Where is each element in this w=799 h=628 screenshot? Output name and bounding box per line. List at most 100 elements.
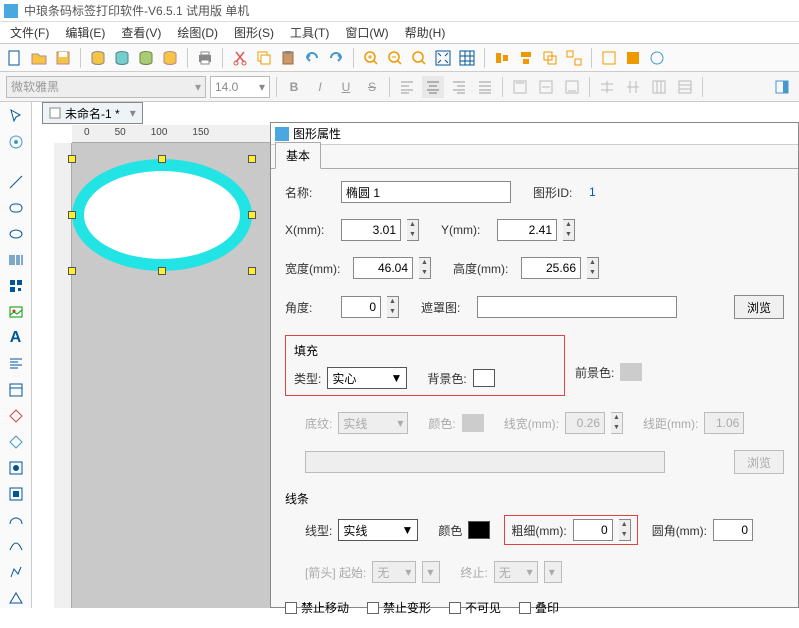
menu-help[interactable]: 帮助(H) (399, 22, 452, 43)
db-icon[interactable] (89, 49, 107, 67)
thick-label: 粗细(mm): (511, 522, 566, 539)
poly-tool-icon[interactable] (6, 562, 26, 582)
more2-icon[interactable] (624, 49, 642, 67)
redo-icon[interactable] (327, 49, 345, 67)
align-right-icon[interactable] (448, 76, 470, 98)
spacing1-icon[interactable] (596, 76, 618, 98)
tri-tool-icon[interactable] (6, 588, 26, 608)
fgcolor-swatch[interactable] (620, 363, 642, 381)
hand-tool-icon[interactable] (6, 132, 26, 152)
menu-view[interactable]: 查看(V) (115, 22, 167, 43)
x-input[interactable] (341, 219, 401, 241)
select-tool-icon[interactable] (6, 106, 26, 126)
doc-close-icon[interactable]: ▾ (130, 106, 136, 120)
tab-basic[interactable]: 基本 (275, 142, 321, 169)
align2-icon[interactable] (517, 49, 535, 67)
arc-tool-icon[interactable] (6, 510, 26, 530)
qr-tool-icon[interactable] (6, 276, 26, 296)
tool3-icon[interactable] (6, 432, 26, 452)
tool4-icon[interactable] (6, 458, 26, 478)
menu-shape[interactable]: 图形(S) (228, 22, 280, 43)
angle-input[interactable] (341, 296, 381, 318)
save-icon[interactable] (54, 49, 72, 67)
bold-button[interactable]: B (283, 76, 305, 98)
angle-spinner[interactable]: ▲▼ (387, 296, 399, 318)
h-spinner[interactable]: ▲▼ (587, 257, 599, 279)
panel-toggle-icon[interactable] (771, 76, 793, 98)
linetype-combo[interactable]: 实线▼ (338, 519, 418, 541)
print-icon[interactable] (196, 49, 214, 67)
radius-input[interactable] (713, 519, 753, 541)
db2-icon[interactable] (113, 49, 131, 67)
font-name: 微软雅黑 (11, 78, 59, 95)
new-icon[interactable] (6, 49, 24, 67)
valign2-icon[interactable] (535, 76, 557, 98)
linecolor-swatch[interactable] (468, 521, 490, 539)
fit-icon[interactable] (434, 49, 452, 67)
size-combo[interactable]: 14.0▾ (210, 76, 270, 98)
curve-tool-icon[interactable] (6, 536, 26, 556)
align-center-icon[interactable] (422, 76, 444, 98)
more3-icon[interactable] (648, 49, 666, 67)
menu-tool[interactable]: 工具(T) (284, 22, 335, 43)
menu-window[interactable]: 窗口(W) (339, 22, 394, 43)
zoomin-icon[interactable] (362, 49, 380, 67)
y-spinner[interactable]: ▲▼ (563, 219, 575, 241)
valign3-icon[interactable] (561, 76, 583, 98)
w-spinner[interactable]: ▲▼ (419, 257, 431, 279)
mask-input[interactable] (477, 296, 677, 318)
line-tool-icon[interactable] (6, 172, 26, 192)
ellipse-tool-icon[interactable] (6, 224, 26, 244)
zoom100-icon[interactable] (410, 49, 428, 67)
menu-draw[interactable]: 绘图(D) (171, 22, 224, 43)
menu-edit[interactable]: 编辑(E) (59, 22, 111, 43)
thick-spinner[interactable]: ▲▼ (619, 519, 631, 541)
menu-file[interactable]: 文件(F) (4, 22, 55, 43)
tool5-icon[interactable] (6, 484, 26, 504)
rect-tool-icon[interactable] (6, 198, 26, 218)
h-label: 高度(mm): (453, 260, 515, 277)
valign1-icon[interactable] (509, 76, 531, 98)
ungroup-icon[interactable] (565, 49, 583, 67)
undo-icon[interactable] (303, 49, 321, 67)
align-left-icon[interactable] (396, 76, 418, 98)
w-input[interactable] (353, 257, 413, 279)
copy-icon[interactable] (255, 49, 273, 67)
x-spinner[interactable]: ▲▼ (407, 219, 419, 241)
properties-panel: 图形属性 基本 名称: 图形ID: 1 X(mm): ▲▼ Y(mm): ▲▼ … (270, 122, 799, 608)
align-justify-icon[interactable] (474, 76, 496, 98)
selected-ellipse[interactable] (72, 159, 252, 271)
document-tab[interactable]: 未命名-1 * ▾ (42, 102, 143, 124)
font-size: 14.0 (215, 80, 238, 94)
richtext-tool-icon[interactable] (6, 354, 26, 374)
tool2-icon[interactable] (6, 406, 26, 426)
bgcolor-swatch[interactable] (473, 369, 495, 387)
font-combo[interactable]: 微软雅黑▾ (6, 76, 206, 98)
paste-icon[interactable] (279, 49, 297, 67)
db4-icon[interactable] (161, 49, 179, 67)
group-icon[interactable] (541, 49, 559, 67)
h-input[interactable] (521, 257, 581, 279)
grid-icon[interactable] (458, 49, 476, 67)
open-icon[interactable] (30, 49, 48, 67)
strike-button[interactable]: S (361, 76, 383, 98)
db3-icon[interactable] (137, 49, 155, 67)
barcode-tool-icon[interactable] (6, 250, 26, 270)
text-tool-icon[interactable]: A (6, 328, 26, 348)
underline-button[interactable]: U (335, 76, 357, 98)
spacing4-icon[interactable] (674, 76, 696, 98)
italic-button[interactable]: I (309, 76, 331, 98)
cut-icon[interactable] (231, 49, 249, 67)
browse-button[interactable]: 浏览 (734, 295, 784, 319)
more1-icon[interactable] (600, 49, 618, 67)
zoomout-icon[interactable] (386, 49, 404, 67)
y-input[interactable] (497, 219, 557, 241)
name-input[interactable] (341, 181, 511, 203)
image-tool-icon[interactable] (6, 302, 26, 322)
filltype-combo[interactable]: 实心▼ (327, 367, 407, 389)
spacing2-icon[interactable] (622, 76, 644, 98)
align1-icon[interactable] (493, 49, 511, 67)
thick-input[interactable] (573, 519, 613, 541)
tool1-icon[interactable] (6, 380, 26, 400)
spacing3-icon[interactable] (648, 76, 670, 98)
